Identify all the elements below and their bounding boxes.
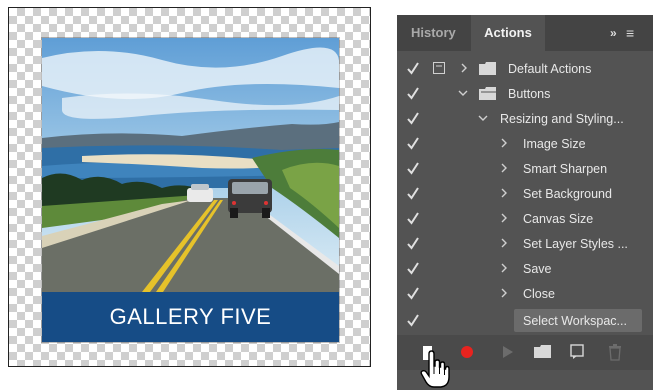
hand-cursor-icon (420, 350, 450, 388)
checkmark-icon[interactable] (407, 161, 419, 175)
folder-open-icon (479, 87, 496, 100)
tab-history[interactable]: History (411, 15, 456, 51)
action-resizing-and-styling[interactable]: Resizing and Styling... (397, 107, 653, 132)
chevron-right-icon[interactable] (499, 187, 509, 199)
chevron-right-icon[interactable] (459, 62, 469, 74)
panel-collapse-icon[interactable]: » (610, 15, 617, 51)
checkmark-icon[interactable] (407, 313, 419, 327)
command-save[interactable]: Save (397, 257, 653, 282)
action-label: Select Workspac... (523, 314, 627, 328)
checkmark-icon[interactable] (407, 186, 419, 200)
action-label: Buttons (508, 87, 551, 101)
action-label: Smart Sharpen (523, 162, 608, 176)
gallery-artwork: GALLERY FIVE (42, 38, 339, 342)
checkmark-icon[interactable] (407, 61, 419, 75)
tab-actions[interactable]: Actions (471, 15, 545, 51)
road-painting (42, 38, 339, 292)
chevron-down-icon[interactable] (478, 112, 488, 124)
checkmark-icon[interactable] (407, 286, 419, 300)
dialog-toggle-icon[interactable] (433, 62, 445, 74)
command-canvas-size[interactable]: Canvas Size (397, 207, 653, 232)
action-label: Set Layer Styles ... (523, 237, 628, 251)
command-select-workspace[interactable]: Select Workspac... (397, 309, 653, 334)
checkmark-icon[interactable] (407, 111, 419, 125)
checkmark-icon[interactable] (407, 211, 419, 225)
folder-icon (479, 62, 496, 75)
chevron-right-icon[interactable] (499, 162, 509, 174)
action-label: Set Background (523, 187, 612, 201)
actions-panel: History Actions » ≡ Default Actions Butt… (397, 15, 653, 390)
panel-tab-bar: History Actions » ≡ (397, 15, 653, 51)
play-icon[interactable] (501, 343, 515, 361)
chevron-right-icon[interactable] (499, 137, 509, 149)
command-set-background[interactable]: Set Background (397, 182, 653, 207)
action-label: Resizing and Styling... (500, 112, 624, 126)
panel-menu-icon[interactable]: ≡ (626, 15, 634, 51)
new-set-icon[interactable] (534, 343, 551, 361)
chevron-down-icon[interactable] (458, 87, 468, 99)
chevron-right-icon[interactable] (499, 212, 509, 224)
new-action-icon[interactable] (569, 343, 585, 361)
action-label: Image Size (523, 137, 586, 151)
record-icon[interactable] (461, 346, 473, 358)
command-set-layer-styles[interactable]: Set Layer Styles ... (397, 232, 653, 257)
action-label: Close (523, 287, 555, 301)
checkmark-icon[interactable] (407, 261, 419, 275)
trash-icon[interactable] (608, 343, 622, 361)
action-label: Save (523, 262, 552, 276)
chevron-right-icon[interactable] (499, 237, 509, 249)
chevron-right-icon[interactable] (499, 287, 509, 299)
gallery-title-banner: GALLERY FIVE (42, 292, 339, 342)
checkmark-icon[interactable] (407, 236, 419, 250)
checkmark-icon[interactable] (407, 136, 419, 150)
action-label: Canvas Size (523, 212, 594, 226)
chevron-right-icon[interactable] (499, 262, 509, 274)
document-canvas[interactable]: GALLERY FIVE (8, 7, 371, 367)
command-close[interactable]: Close (397, 282, 653, 307)
action-set-buttons[interactable]: Buttons (397, 82, 653, 107)
command-image-size[interactable]: Image Size (397, 132, 653, 157)
checkmark-icon[interactable] (407, 86, 419, 100)
command-smart-sharpen[interactable]: Smart Sharpen (397, 157, 653, 182)
action-set-default-actions[interactable]: Default Actions (397, 57, 653, 82)
action-label: Default Actions (508, 62, 592, 76)
